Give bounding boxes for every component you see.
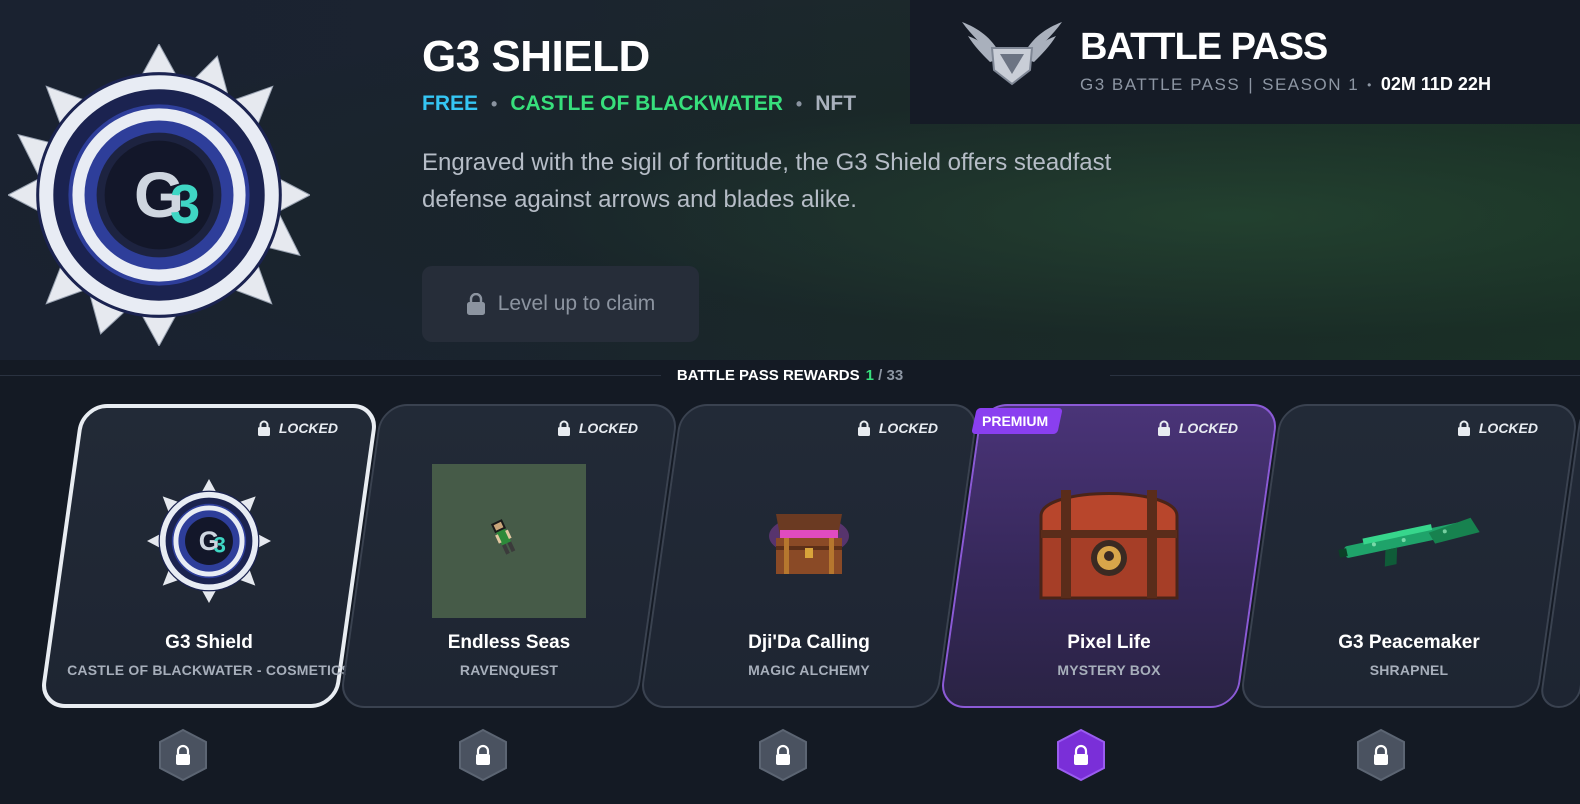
- premium-level-lock-marker: [1057, 728, 1105, 782]
- svg-text:3: 3: [170, 174, 200, 235]
- shield-icon: G 3: [147, 479, 271, 603]
- locked-label: LOCKED: [878, 420, 938, 436]
- battle-pass-wings-logo: [962, 22, 1062, 86]
- reward-card[interactable]: LOCKED Endless Seas RAVENQUEST: [338, 404, 680, 708]
- tag-free: FREE: [422, 92, 479, 115]
- open-chest-icon: [769, 514, 849, 574]
- premium-label: PREMIUM: [982, 413, 1049, 429]
- premium-badge: PREMIUM: [971, 408, 1063, 434]
- rewards-separator: /: [878, 366, 883, 384]
- reward-collection: MAGIC ALCHEMY: [748, 662, 870, 678]
- battle-pass-timer: 02M 11D 22H: [1380, 74, 1491, 94]
- subtitle-bullet: •: [1367, 77, 1373, 92]
- rewards-progress-label: BATTLE PASS REWARDS 1 / 33: [660, 366, 920, 384]
- lock-icon: [857, 420, 870, 436]
- lock-icon: [257, 420, 270, 436]
- locked-label: LOCKED: [578, 420, 638, 436]
- locked-label: LOCKED: [1178, 420, 1238, 436]
- reward-name: Endless Seas: [447, 632, 571, 653]
- reward-collection: SHRAPNEL: [1369, 662, 1449, 678]
- locked-badge: LOCKED: [1157, 420, 1238, 436]
- reward-art: G 3: [60, 456, 358, 626]
- subtitle-divider: |: [1248, 74, 1255, 94]
- tag-type: NFT: [815, 92, 857, 115]
- reward-card[interactable]: LOCKED G3 Peacemaker SHRAPNEL: [1238, 404, 1580, 708]
- tag-separator: •: [795, 93, 803, 114]
- rewards-divider-right: [1110, 375, 1580, 376]
- tag-separator: •: [491, 93, 498, 114]
- reward-art: [1260, 456, 1558, 626]
- rewards-header: BATTLE PASS REWARDS 1 / 33: [0, 362, 1580, 388]
- rewards-current: 1: [865, 366, 874, 384]
- reward-art: [960, 456, 1258, 626]
- level-lock-marker: [1357, 728, 1405, 782]
- item-hero-banner: G 3 G3 SHIELD FREE • CASTLE OF BLACKWATE…: [0, 0, 1580, 360]
- claim-button-label: Level up to claim: [497, 292, 656, 315]
- reward-collection: CASTLE OF BLACKWATER - COSMETICS: [67, 662, 351, 678]
- item-tags: FREE • CASTLE OF BLACKWATER • NFT: [422, 92, 856, 116]
- reward-name: G3 Peacemaker: [1338, 632, 1480, 653]
- treasure-chest-icon: [1039, 490, 1179, 600]
- locked-label: LOCKED: [1478, 420, 1538, 436]
- locked-badge: LOCKED: [557, 420, 638, 436]
- svg-text:3: 3: [214, 533, 226, 558]
- reward-art: [660, 456, 958, 626]
- locked-badge: LOCKED: [857, 420, 938, 436]
- battle-pass-subtitle: G3 BATTLE PASS | SEASON 1 • 02M 11D 22H: [1080, 74, 1491, 95]
- reward-card[interactable]: LOCKED G 3 G3 Shield CASTLE OF BLACKWATE…: [38, 404, 380, 708]
- level-lock-marker: [159, 728, 207, 782]
- locked-label: LOCKED: [278, 420, 338, 436]
- reward-collection: MYSTERY BOX: [1057, 662, 1161, 678]
- locked-badge: LOCKED: [1457, 420, 1538, 436]
- level-up-to-claim-button[interactable]: Level up to claim: [422, 266, 699, 342]
- pixel-character-icon: [432, 464, 586, 618]
- locked-badge: LOCKED: [257, 420, 338, 436]
- battle-pass-title: BATTLE PASS: [1080, 26, 1328, 68]
- item-title: G3 SHIELD: [422, 32, 650, 81]
- lock-icon: [1157, 420, 1170, 436]
- shotgun-icon: [1338, 517, 1480, 567]
- level-lock-marker: [759, 728, 807, 782]
- reward-card-partial[interactable]: [1538, 404, 1580, 708]
- level-lock-marker: [459, 728, 507, 782]
- reward-name: Pixel Life: [1067, 632, 1151, 653]
- battle-pass-name: G3 BATTLE PASS: [1080, 74, 1241, 94]
- reward-name: G3 Shield: [165, 632, 253, 653]
- reward-name: Dji'Da Calling: [748, 632, 870, 653]
- g3-shield-image: G 3: [8, 44, 310, 346]
- lock-icon: [1457, 420, 1470, 436]
- reward-collection: RAVENQUEST: [459, 662, 559, 678]
- item-description: Engraved with the sigil of fortitude, th…: [422, 149, 1112, 213]
- battle-pass-season: SEASON 1: [1262, 74, 1360, 94]
- reward-card-premium[interactable]: PREMIUM LOCKED Pixel Life MYSTERY BOX: [938, 404, 1280, 708]
- lock-icon: [466, 293, 485, 315]
- tag-collection[interactable]: CASTLE OF BLACKWATER: [510, 92, 783, 116]
- reward-art: [360, 456, 658, 626]
- rewards-total: 33: [886, 366, 904, 384]
- rewards-label: BATTLE PASS REWARDS: [676, 366, 860, 384]
- reward-card[interactable]: LOCKED Dji'Da Calling MAGIC ALCHEMY: [638, 404, 980, 708]
- lock-icon: [557, 420, 570, 436]
